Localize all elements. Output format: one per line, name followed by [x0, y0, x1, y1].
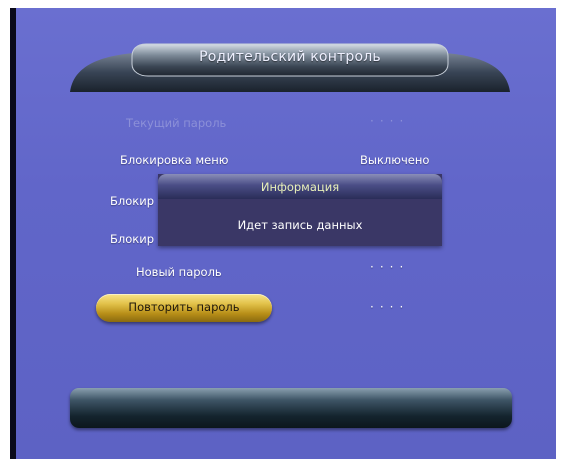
lock-row-3-label[interactable]: Блокир — [110, 232, 154, 246]
page-title: Родительский контроль — [199, 49, 381, 65]
info-dialog: Информация Идет запись данных — [158, 174, 442, 246]
current-password-label[interactable]: Текущий пароль — [126, 116, 226, 130]
confirm-password-value[interactable]: ···· — [370, 300, 409, 314]
dialog-title: Информация — [260, 180, 340, 194]
menu-header: Родительский контроль — [68, 42, 512, 94]
menu-lock-value[interactable]: Выключено — [360, 153, 429, 167]
footer-bar — [70, 388, 512, 428]
new-password-label[interactable]: Новый пароль — [136, 265, 222, 279]
menu-lock-label[interactable]: Блокировка меню — [120, 153, 228, 167]
lock-row-2-label[interactable]: Блокир — [110, 194, 154, 208]
confirm-password-button[interactable]: Повторить пароль — [96, 294, 272, 322]
dialog-message: Идет запись данных — [237, 218, 363, 232]
confirm-password-label: Повторить пароль — [128, 300, 240, 314]
dialog-titlebar: Информация — [158, 174, 442, 199]
tv-screen: Родительский контроль Текущий пароль ···… — [10, 8, 556, 459]
current-password-value: ···· — [370, 114, 410, 128]
new-password-value[interactable]: ···· — [370, 260, 409, 274]
